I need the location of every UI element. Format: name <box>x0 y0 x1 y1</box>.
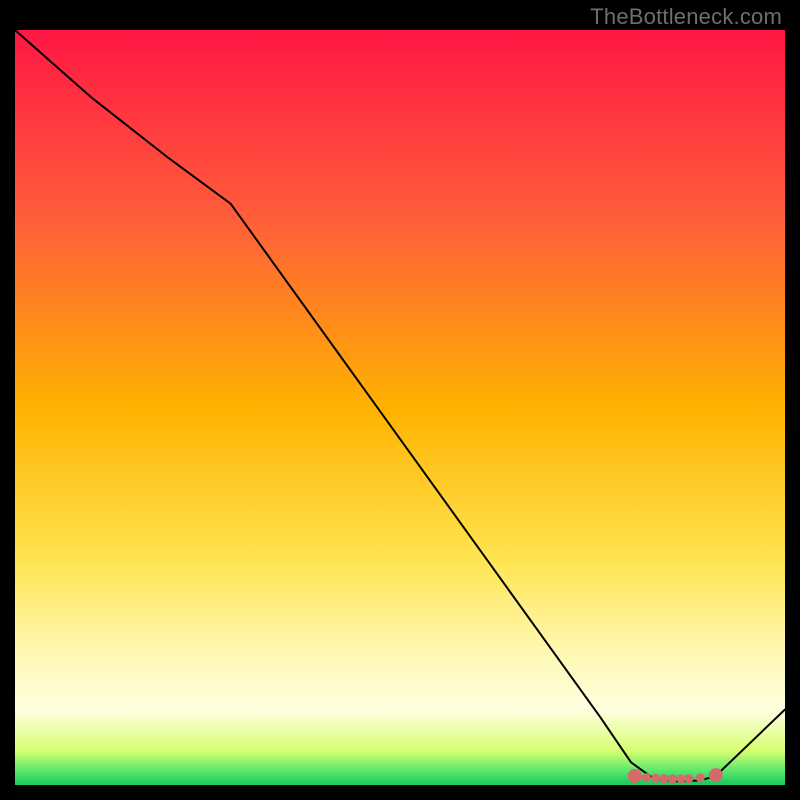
marker-dot <box>677 774 686 783</box>
marker-dot <box>660 774 669 783</box>
marker-dot <box>696 773 705 782</box>
marker-dot <box>628 769 642 783</box>
attribution-label: TheBottleneck.com <box>590 4 782 30</box>
marker-dot <box>709 768 723 782</box>
marker-dot <box>642 773 651 782</box>
plot-area <box>15 30 785 785</box>
chart-frame: TheBottleneck.com <box>0 0 800 800</box>
gradient-background <box>15 30 785 785</box>
marker-dot <box>684 774 693 783</box>
marker-dot <box>651 774 660 783</box>
chart-svg <box>15 30 785 785</box>
marker-dot <box>668 774 677 783</box>
